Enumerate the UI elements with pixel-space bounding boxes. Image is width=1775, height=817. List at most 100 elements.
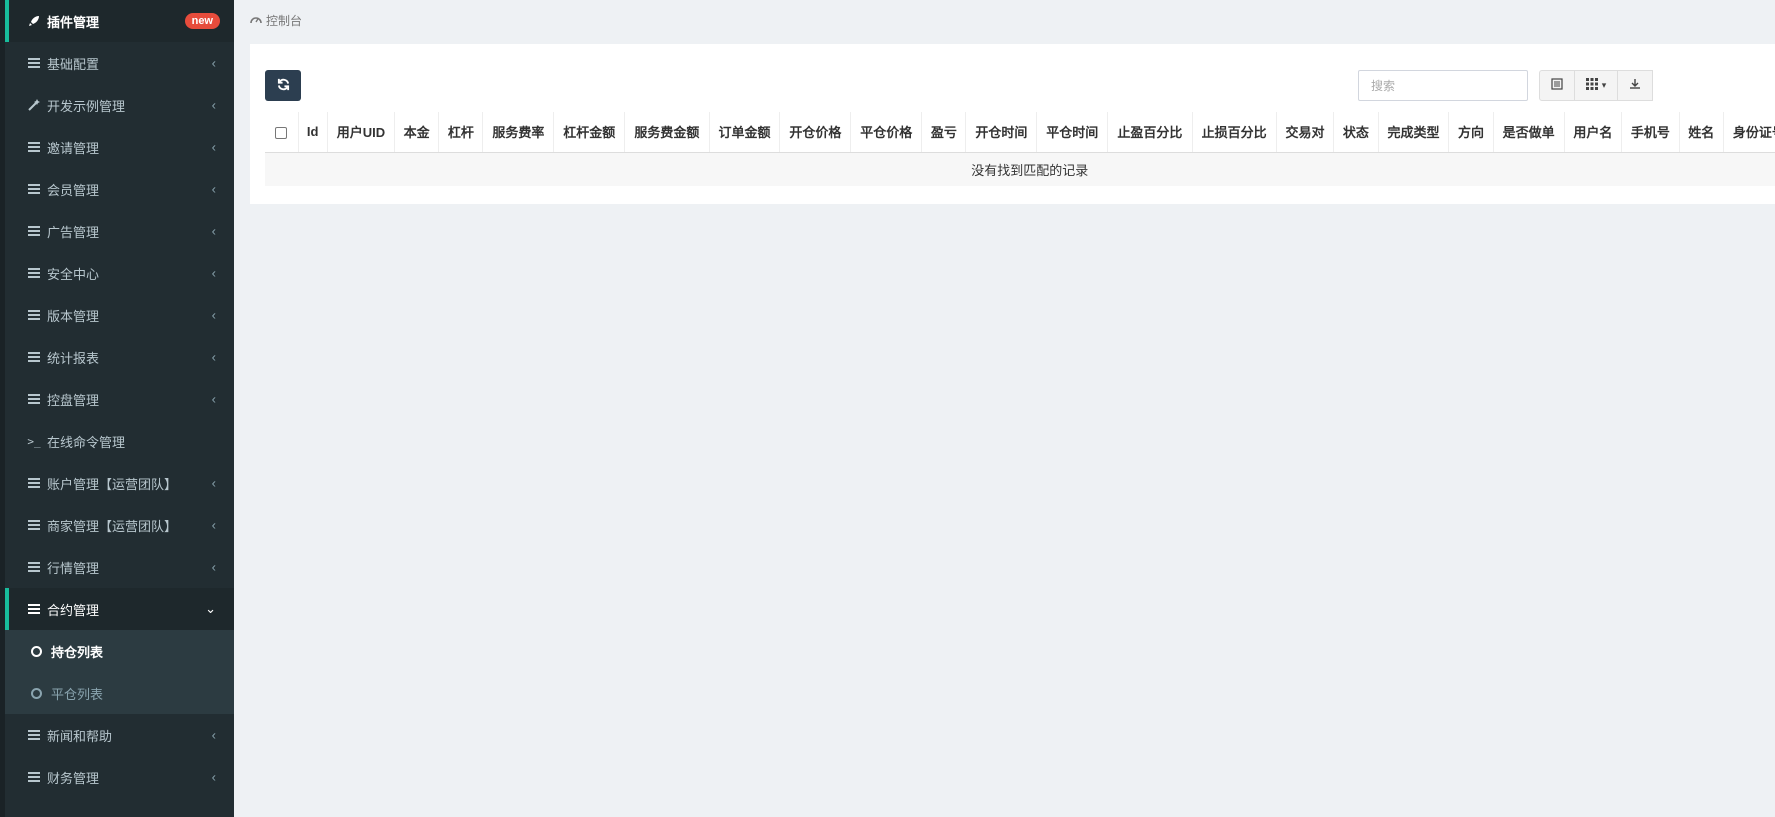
dashboard-icon [250,14,262,27]
chevron-left-icon: ‹ [211,559,216,575]
sidebar-item-label: 统计报表 [47,350,100,366]
column-header[interactable]: 平仓价格 [850,112,923,153]
column-header[interactable]: 身份证号 [1723,112,1775,153]
sidebar-item-accounts[interactable]: 账户管理【运营团队】 ‹ [5,462,234,504]
sidebar-item-label: 会员管理 [47,182,100,198]
chevron-left-icon: ‹ [211,265,216,281]
circle-icon [31,645,42,657]
column-header[interactable]: 止盈百分比 [1107,112,1193,153]
column-header[interactable]: Id [298,112,328,153]
column-header[interactable]: 开仓时间 [965,112,1038,153]
chevron-left-icon: ‹ [211,181,216,197]
column-header[interactable]: 状态 [1333,112,1379,153]
sidebar-item-label: 基础配置 [47,56,100,72]
select-all-header [265,112,299,153]
list-icon [27,142,41,152]
chevron-left-icon: ‹ [211,55,216,71]
sidebar-item-label: 新闻和帮助 [47,728,113,744]
column-header[interactable]: 完成类型 [1378,112,1450,153]
chevron-left-icon: ‹ [211,139,216,155]
sidebar-item-security[interactable]: 安全中心 ‹ [5,252,234,294]
column-header[interactable]: 止损百分比 [1192,112,1277,153]
sidebar-item-reports[interactable]: 统计报表 ‹ [5,336,234,378]
column-header[interactable]: 平仓时间 [1036,112,1109,153]
sidebar-item-quotes[interactable]: 行情管理 ‹ [5,546,234,588]
column-header[interactable]: 手机号 [1621,112,1680,153]
sidebar-item-news-help[interactable]: 新闻和帮助 ‹ [5,714,234,756]
sidebar-subitem-open-positions[interactable]: 持仓列表 [5,630,234,672]
list-icon [27,730,41,740]
contracts-submenu: 持仓列表 平仓列表 [5,630,234,714]
sidebar-item-plugins[interactable]: 插件管理 new [5,0,234,42]
sidebar-item-merchants[interactable]: 商家管理【运营团队】 ‹ [5,504,234,546]
list-icon [27,268,41,278]
sidebar-item-label: 版本管理 [47,308,100,324]
chevron-left-icon: ‹ [211,391,216,407]
chevron-left-icon: ‹ [211,307,216,323]
columns-button[interactable]: ▾ [1574,70,1618,101]
breadcrumb[interactable]: 控制台 [250,12,302,29]
list-icon [27,226,41,236]
rocket-icon [27,15,41,27]
sidebar-item-finance[interactable]: 财务管理 ‹ [5,756,234,798]
sidebar-item-versions[interactable]: 版本管理 ‹ [5,294,234,336]
column-header[interactable]: 盈亏 [921,112,967,153]
chevron-left-icon: ‹ [211,349,216,365]
sidebar-item-members[interactable]: 会员管理 ‹ [5,168,234,210]
sidebar-item-dev-examples[interactable]: 开发示例管理 ‹ [5,84,234,126]
column-header[interactable]: 杠杆金额 [553,112,626,153]
sidebar-subitem-closed-positions[interactable]: 平仓列表 [5,672,234,714]
download-icon [1629,78,1641,93]
chevron-left-icon: ‹ [211,517,216,533]
column-header[interactable]: 本金 [394,112,440,153]
column-header[interactable]: 订单金额 [709,112,781,153]
sidebar-item-basic-config[interactable]: 基础配置 ‹ [5,42,234,84]
sidebar-item-ads[interactable]: 广告管理 ‹ [5,210,234,252]
export-button[interactable] [1617,70,1653,101]
sidebar-item-label: 财务管理 [47,770,100,786]
sidebar-item-label: 商家管理【运营团队】 [47,518,178,534]
column-header[interactable]: 交易对 [1276,112,1335,153]
search-input[interactable] [1358,70,1528,101]
column-header[interactable]: 用户名 [1564,112,1623,153]
table-header-row: Id 用户UID 本金 杠杆 服务费率 杠杆金额 服务费金额 订单金额 开仓价格… [265,112,1775,153]
refresh-icon [277,78,290,94]
column-header[interactable]: 姓名 [1679,112,1724,153]
chevron-left-icon: ‹ [211,97,216,113]
chevron-down-icon: ⌄ [205,601,216,616]
sidebar-item-label: 账户管理【运营团队】 [47,476,178,492]
sidebar-item-online-command[interactable]: >_ 在线命令管理 [5,420,234,462]
sidebar-item-invites[interactable]: 邀请管理 ‹ [5,126,234,168]
column-header[interactable]: 服务费金额 [624,112,710,153]
list-icon [27,184,41,194]
list-icon [27,562,41,572]
magic-icon [27,99,41,111]
refresh-button[interactable] [265,70,301,101]
column-header[interactable]: 杠杆 [438,112,484,153]
sidebar-item-contracts[interactable]: 合约管理 ⌄ [5,588,234,630]
sidebar-item-label: 邀请管理 [47,140,100,156]
sidebar-item-label: 安全中心 [47,266,100,282]
column-header[interactable]: 方向 [1448,112,1494,153]
list-icon [27,604,41,614]
column-header[interactable]: 用户UID [327,112,396,153]
toggle-view-button[interactable] [1539,70,1575,101]
sidebar: 插件管理 new 基础配置 ‹ 开发示例管理 ‹ 邀请管理 ‹ 会员管理 ‹ 广… [0,0,234,817]
chevron-left-icon: ‹ [211,475,216,491]
list-icon [27,58,41,68]
breadcrumb-label: 控制台 [266,14,303,28]
empty-row: 没有找到匹配的记录 [265,152,1775,186]
table-panel: ▾ Id 用户UID 本金 杠杆 服务费率 杠杆金额 服务费金额 订单金额 开 [250,44,1775,204]
sidebar-item-market-control[interactable]: 控盘管理 ‹ [5,378,234,420]
column-header[interactable]: 服务费率 [482,112,555,153]
column-header[interactable]: 开仓价格 [779,112,852,153]
new-badge: new [184,13,220,29]
sidebar-item-label: 合约管理 [47,602,100,618]
column-header[interactable]: 是否做单 [1493,112,1565,153]
table-view-icon [1551,78,1563,93]
sidebar-item-label: 在线命令管理 [47,434,126,450]
circle-icon [31,687,42,699]
sidebar-item-label: 开发示例管理 [47,98,126,114]
list-icon [27,310,41,320]
select-all-checkbox[interactable] [275,126,288,139]
